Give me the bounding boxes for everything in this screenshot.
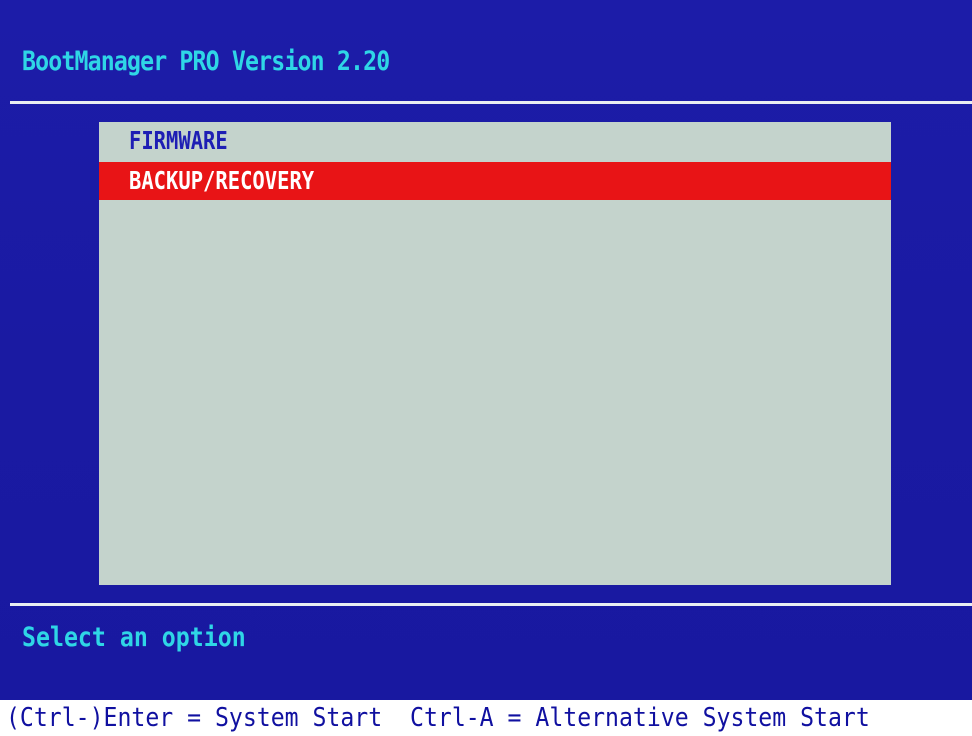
footer-divider: [10, 603, 972, 606]
hint-ctrl-a-alternative-start: Ctrl-A = Alternative System Start: [410, 703, 870, 733]
menu-item-firmware[interactable]: FIRMWARE: [99, 122, 891, 160]
menu-item-label: BACKUP/RECOVERY: [129, 166, 315, 195]
header-divider: [10, 101, 972, 104]
key-hint-bar: (Ctrl-)Enter = System Start Ctrl-A = Alt…: [0, 700, 972, 736]
app-title: BootManager PRO Version 2.20: [22, 46, 390, 77]
menu-item-backup-recovery[interactable]: BACKUP/RECOVERY: [99, 162, 891, 200]
key-hint-text: (Ctrl-)Enter = System Start Ctrl-A = Alt…: [6, 702, 870, 734]
menu-item-label: FIRMWARE: [129, 126, 228, 155]
boot-menu: FIRMWARE BACKUP/RECOVERY: [99, 122, 891, 585]
status-prompt: Select an option: [22, 622, 246, 653]
boot-manager-screen: BootManager PRO Version 2.20 FIRMWARE BA…: [0, 0, 972, 736]
hint-enter-system-start: (Ctrl-)Enter = System Start: [6, 703, 383, 733]
hint-separator: [382, 703, 410, 733]
